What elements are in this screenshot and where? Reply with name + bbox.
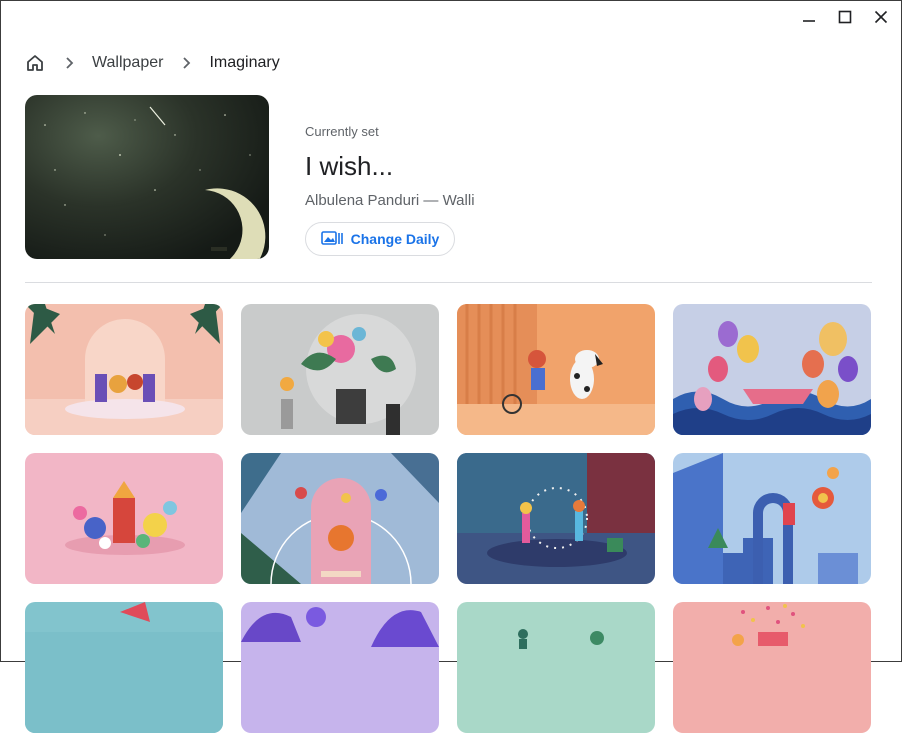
wallpaper-tile[interactable]: [457, 602, 655, 733]
maximize-icon[interactable]: [832, 6, 858, 28]
wallpaper-grid: [25, 304, 871, 733]
wallpaper-tile[interactable]: [25, 602, 223, 733]
currently-set-label: Currently set: [305, 124, 379, 139]
wallpaper-tile[interactable]: [457, 304, 655, 435]
wallpaper-tile[interactable]: [673, 602, 871, 733]
minimize-icon[interactable]: [796, 6, 822, 28]
wallpaper-tile[interactable]: [241, 602, 439, 733]
wallpaper-tile[interactable]: [673, 304, 871, 435]
window-controls: [796, 6, 894, 28]
breadcrumb-imaginary: Imaginary: [209, 54, 280, 71]
wallpaper-title: I wish...: [305, 151, 394, 181]
home-icon[interactable]: [24, 52, 46, 74]
wallpaper-tile[interactable]: [457, 453, 655, 584]
current-wallpaper-preview: [25, 95, 269, 259]
current-wallpaper-info: Currently set I wish... Albulena Panduri…: [305, 124, 475, 209]
breadcrumb: Wallpaper Imaginary: [24, 50, 280, 76]
chevron-right-icon: [54, 57, 84, 69]
close-icon[interactable]: [868, 6, 894, 28]
wallpaper-tile[interactable]: [673, 453, 871, 584]
section-divider: [25, 282, 872, 283]
wallpaper-author: Albulena Panduri — Walli: [305, 192, 475, 209]
chevron-right-icon: [171, 57, 201, 69]
change-daily-label: Change Daily: [350, 231, 440, 247]
wallpaper-tile[interactable]: [25, 453, 223, 584]
wallpaper-tile[interactable]: [241, 304, 439, 435]
wallpaper-tile[interactable]: [241, 453, 439, 584]
image-change-icon: [320, 230, 343, 249]
wallpaper-tile[interactable]: [25, 304, 223, 435]
change-daily-button[interactable]: Change Daily: [305, 222, 455, 256]
breadcrumb-wallpaper[interactable]: Wallpaper: [92, 54, 163, 72]
